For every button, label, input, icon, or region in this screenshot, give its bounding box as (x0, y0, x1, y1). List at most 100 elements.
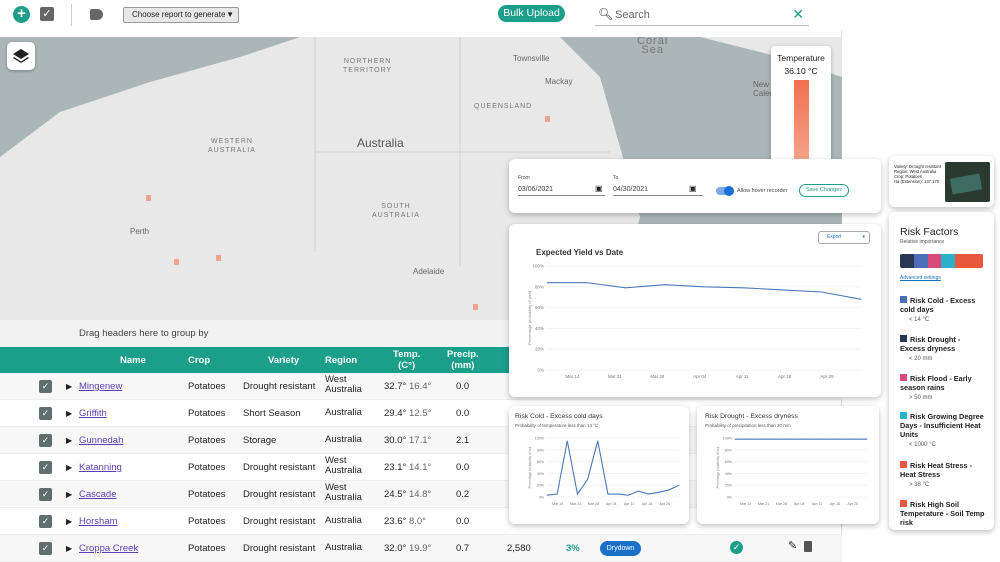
y-tick-label: 40% (537, 472, 545, 476)
y-tick-label: 20% (535, 347, 544, 352)
risk-factor-threshold: < 14 °C (909, 317, 930, 323)
row-temp-min: 14.1° (409, 462, 432, 473)
row-name-link[interactable]: Gunnedah (79, 435, 123, 446)
risk-factor-item[interactable]: Risk Cold - Excess cold days < 14 °C (900, 296, 986, 325)
temperature-value: 36.10 °C (784, 66, 818, 76)
row-checkbox[interactable]: ✓ (39, 461, 52, 474)
data-point (850, 438, 851, 440)
search-bar[interactable]: 🔍︎ Search ✕ (595, 4, 809, 26)
expand-caret-icon[interactable]: ▶ (66, 462, 72, 473)
header-region[interactable]: Region (325, 355, 357, 366)
check-icon[interactable]: ✓ (40, 7, 54, 21)
data-point (617, 493, 619, 495)
farm-marker[interactable] (545, 116, 550, 122)
map-city-perth: Perth (130, 227, 150, 236)
y-tick-label: 80% (537, 448, 545, 452)
row-temp-max: 23.1° (384, 462, 407, 473)
add-icon[interactable]: + (13, 6, 30, 23)
row-name-link[interactable]: Cascade (79, 489, 117, 500)
bulk-upload-button[interactable]: Bulk Upload (498, 5, 565, 22)
divider (71, 4, 72, 26)
from-date-input[interactable]: 03/06/2021 (518, 186, 605, 196)
risk-bar-segment[interactable] (900, 254, 914, 268)
temperature-legend: Temperature 36.10 °C (771, 46, 831, 164)
x-tick-label: Apr 04 (693, 374, 707, 379)
header-crop[interactable]: Crop (188, 355, 210, 366)
risk-importance-bar[interactable] (900, 254, 983, 268)
expand-caret-icon[interactable]: ▶ (66, 489, 72, 500)
status-badge[interactable]: Drydown (600, 541, 641, 556)
expand-caret-icon[interactable]: ▶ (66, 543, 72, 554)
data-point (800, 438, 802, 440)
edit-icon[interactable]: ✎ (788, 541, 797, 552)
row-checkbox[interactable]: ✓ (39, 515, 52, 528)
report-select[interactable]: Choose report to generate ▼ (123, 7, 239, 23)
row-checkbox[interactable]: ✓ (39, 542, 52, 555)
yield-chart: 100% 80% 60% 40% 20% 0% Mar 14 Mar 21 Mar 28 Apr … (527, 264, 862, 379)
close-icon[interactable]: ✕ (792, 6, 804, 23)
expand-caret-icon[interactable]: ▶ (66, 408, 72, 419)
risk-factor-threshold: > 50 mm (909, 395, 933, 401)
row-checkbox[interactable]: ✓ (39, 434, 52, 447)
risk-factor-label: Risk Growing Degree Days - Insufficient … (900, 412, 984, 439)
risk-factor-item[interactable]: Risk Flood - Early season rains > 50 mm (900, 374, 986, 403)
farm-satellite-thumbnail[interactable] (945, 162, 990, 202)
data-point (637, 490, 639, 492)
data-point (587, 478, 589, 480)
data-point (782, 289, 783, 291)
header-temp[interactable]: Temp. (C°) (393, 349, 420, 371)
farm-marker[interactable] (473, 304, 478, 310)
row-crop: Potatoes (188, 489, 226, 500)
row-checkbox[interactable]: ✓ (39, 488, 52, 501)
risk-bar-segment[interactable] (955, 254, 970, 268)
data-point (703, 286, 705, 288)
data-point (585, 282, 587, 284)
delete-icon[interactable] (804, 541, 812, 552)
expand-caret-icon[interactable]: ▶ (66, 381, 72, 392)
expand-caret-icon[interactable]: ▶ (66, 435, 72, 446)
header-name[interactable]: Name (120, 355, 146, 366)
row-name-link[interactable]: Griffith (79, 408, 107, 419)
risk-factor-item[interactable]: Risk Heat Stress - Heat Stress > 38 °C (900, 461, 986, 490)
risk-bar-segment[interactable] (969, 254, 983, 268)
x-tick-label: Apr 04 (606, 502, 617, 506)
row-checkbox[interactable]: ✓ (39, 380, 52, 393)
risk-bar-segment[interactable] (941, 254, 956, 268)
search-input[interactable]: Search (615, 9, 650, 21)
tag-icon[interactable] (90, 9, 103, 20)
layers-button[interactable] (7, 42, 35, 70)
y-tick-label: 100% (532, 264, 544, 269)
risk-factor-item[interactable]: Risk Growing Degree Days - Insufficient … (900, 412, 986, 450)
calendar-icon[interactable]: ▣ (689, 184, 697, 193)
risk-factor-item[interactable]: Risk Drought - Excess dryness < 20 mm (900, 335, 986, 364)
row-name-link[interactable]: Katanning (79, 462, 122, 473)
x-tick-label: Apr 11 (624, 502, 634, 506)
table-row[interactable]: ✓ ▶ Croppa Creek Potatoes Drought resistant A… (0, 535, 842, 562)
x-tick-label: Apr 04 (794, 502, 805, 506)
farm-marker[interactable] (146, 195, 151, 201)
save-changes-button[interactable]: Save Changes (799, 184, 849, 197)
row-temp-max: 32.0° (384, 543, 407, 554)
risk-bar-segment[interactable] (927, 254, 942, 268)
risk-factor-item[interactable]: Risk High Soil Temperature - Soil Temp r… (900, 500, 986, 527)
y-tick-label: 80% (535, 284, 544, 289)
advanced-settings-link[interactable]: Advanced settings (900, 275, 941, 281)
header-variety[interactable]: Variety (268, 355, 299, 366)
row-name-link[interactable]: Horsham (79, 516, 118, 527)
header-precip[interactable]: Precip. (mm) (447, 349, 479, 371)
hover-recorder-toggle[interactable] (716, 186, 734, 196)
data-point (833, 438, 835, 440)
row-precip: 0.0 (456, 462, 470, 473)
farm-marker[interactable] (174, 259, 179, 265)
expand-caret-icon[interactable]: ▶ (66, 516, 72, 527)
row-name-link[interactable]: Mingenew (79, 381, 122, 392)
risk-bar-segment[interactable] (913, 254, 928, 268)
row-percent: 3% (566, 543, 580, 554)
check-circle-icon: ✓ (730, 541, 743, 554)
farm-marker[interactable] (216, 255, 221, 261)
x-tick-label: Apr 25 (820, 374, 834, 379)
row-checkbox[interactable]: ✓ (39, 407, 52, 420)
calendar-icon[interactable]: ▣ (595, 184, 603, 193)
data-point (664, 284, 666, 286)
row-name-link[interactable]: Croppa Creek (79, 543, 138, 554)
